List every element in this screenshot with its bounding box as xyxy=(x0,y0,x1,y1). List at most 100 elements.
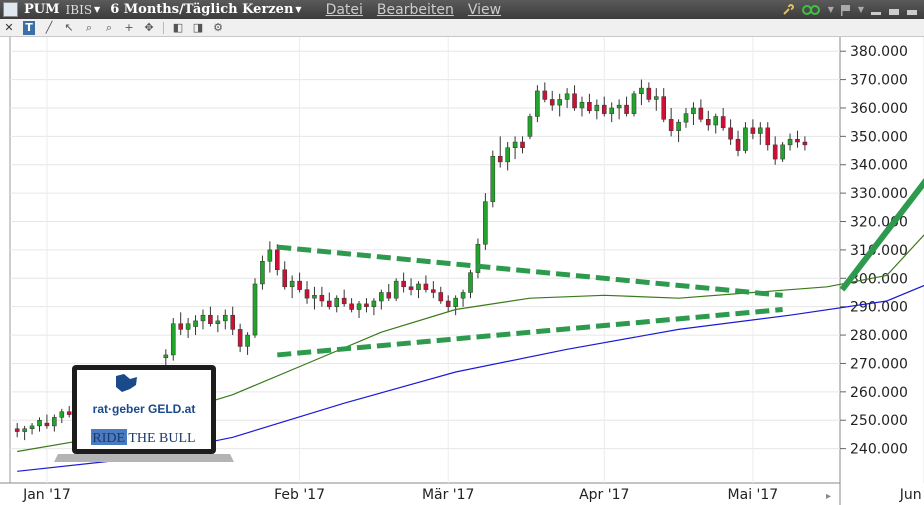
chart-toolbar: ✕ T ╱ ↖ ⌕ ⌕ + ✥ ◧ ◨ ⚙ xyxy=(0,19,924,37)
candle-body xyxy=(587,102,592,112)
candle-body xyxy=(44,422,50,427)
line-tool-icon[interactable]: ╱ xyxy=(43,21,55,35)
candle-body xyxy=(297,280,302,290)
price-chart[interactable]: 240.000250.000260.000270.000280.000290.0… xyxy=(0,37,924,505)
candle-body xyxy=(379,292,384,302)
candle-body xyxy=(735,138,741,151)
candle-body xyxy=(178,323,183,330)
timeframe-selector[interactable]: 6 Months/Täglich Kerzen xyxy=(110,2,293,17)
chevron-down-icon[interactable]: ▼ xyxy=(858,5,864,14)
candle-body xyxy=(334,297,340,307)
candle-body xyxy=(527,116,533,137)
restore-icon[interactable] xyxy=(906,4,918,16)
candle-body xyxy=(327,300,332,307)
y-tick-label: 350.000 xyxy=(850,129,908,145)
x-tick-label: Jun '17 xyxy=(899,487,924,503)
app-icon xyxy=(3,2,18,17)
candle-body xyxy=(572,93,577,109)
candle-body xyxy=(609,107,614,114)
text-tool-icon[interactable]: T xyxy=(23,20,35,35)
candle-body xyxy=(706,119,711,126)
candle-body xyxy=(646,87,652,100)
menu-datei[interactable]: Datei xyxy=(326,2,363,18)
flag-icon[interactable] xyxy=(840,4,852,16)
cursor-icon[interactable]: ↖ xyxy=(63,21,75,35)
scroll-arrow-icon: ▸ xyxy=(826,491,831,502)
settings-icon[interactable]: ⚙ xyxy=(212,21,224,35)
candle-body xyxy=(512,141,518,148)
candle-body xyxy=(758,127,763,134)
candle-body xyxy=(520,141,525,148)
pan-icon[interactable]: ✥ xyxy=(143,21,155,35)
candle-body xyxy=(252,283,258,336)
candle-body xyxy=(765,127,771,146)
candle-body xyxy=(289,280,295,288)
candle-body xyxy=(616,104,622,109)
candle-body xyxy=(393,280,399,299)
candle-body xyxy=(237,329,243,347)
candle-body xyxy=(542,90,548,100)
candle-body xyxy=(260,261,265,285)
y-tick-label: 250.000 xyxy=(850,413,908,429)
y-tick-label: 270.000 xyxy=(850,356,908,372)
candle-body xyxy=(319,295,325,302)
candle-body xyxy=(185,323,191,330)
zoom-in-icon[interactable]: ⌕ xyxy=(83,21,95,35)
candle-body xyxy=(230,314,235,330)
x-tick-label: Mai '17 xyxy=(728,487,779,503)
y-tick-label: 340.000 xyxy=(850,158,908,174)
logo-text-bottom: RIDE THE BULL xyxy=(92,431,195,446)
candle-body xyxy=(594,104,600,112)
title-bar: PUM IBIS ▼ 6 Months/Täglich Kerzen ▼ Dat… xyxy=(0,0,924,19)
candle-body xyxy=(668,119,674,131)
logo-text-top: rat·geber GELD.at xyxy=(93,402,196,416)
crosshair-icon[interactable]: + xyxy=(123,21,135,35)
chevron-down-icon[interactable]: ▼ xyxy=(295,5,301,14)
candle-body xyxy=(676,121,681,131)
candle-body xyxy=(14,428,20,432)
candle-body xyxy=(304,289,310,299)
y-tick-label: 280.000 xyxy=(850,328,908,344)
candle-body xyxy=(468,272,473,293)
candle-body xyxy=(661,96,667,120)
candle-body xyxy=(52,417,57,427)
x-tick-label: Mär '17 xyxy=(422,487,475,503)
split-left-icon[interactable]: ◧ xyxy=(172,21,184,35)
y-tick-label: 240.000 xyxy=(850,442,908,458)
candle-body xyxy=(631,93,637,114)
chevron-down-icon[interactable]: ▼ xyxy=(828,5,834,14)
candle-body xyxy=(639,87,644,95)
minimize-icon[interactable] xyxy=(870,4,882,16)
menu-bearbeiten[interactable]: Bearbeiten xyxy=(377,2,454,18)
candle-body xyxy=(200,314,206,322)
y-tick-label: 380.000 xyxy=(850,44,908,60)
advertisement-logo: rat·geber GELD.at RIDE THE BULL xyxy=(54,365,234,462)
candle-body xyxy=(22,428,27,432)
y-tick-label: 370.000 xyxy=(850,73,908,89)
candle-body xyxy=(312,295,317,299)
split-right-icon[interactable]: ◨ xyxy=(192,21,204,35)
candle-body xyxy=(505,147,510,163)
candle-body xyxy=(691,107,696,114)
wrench-icon[interactable] xyxy=(782,3,794,16)
candle-body xyxy=(59,411,65,418)
chevron-down-icon[interactable]: ▼ xyxy=(94,5,100,14)
zoom-out-icon[interactable]: ⌕ xyxy=(103,21,115,35)
candle-body xyxy=(787,138,793,146)
link-icon[interactable] xyxy=(800,4,822,16)
candle-body xyxy=(222,314,228,322)
candle-body xyxy=(356,303,362,310)
maximize-icon[interactable] xyxy=(888,4,900,16)
candle-body xyxy=(698,107,704,120)
candle-body xyxy=(683,113,689,123)
candle-body xyxy=(245,334,250,347)
exchange-label[interactable]: IBIS xyxy=(66,3,93,17)
symbol-label[interactable]: PUM xyxy=(24,2,60,17)
candle-body xyxy=(408,286,414,290)
candle-body xyxy=(720,116,726,129)
candle-body xyxy=(275,249,280,271)
menu-view[interactable]: View xyxy=(468,2,501,18)
candle-body xyxy=(364,303,369,307)
close-icon[interactable]: ✕ xyxy=(3,21,15,35)
y-tick-label: 360.000 xyxy=(850,101,908,117)
